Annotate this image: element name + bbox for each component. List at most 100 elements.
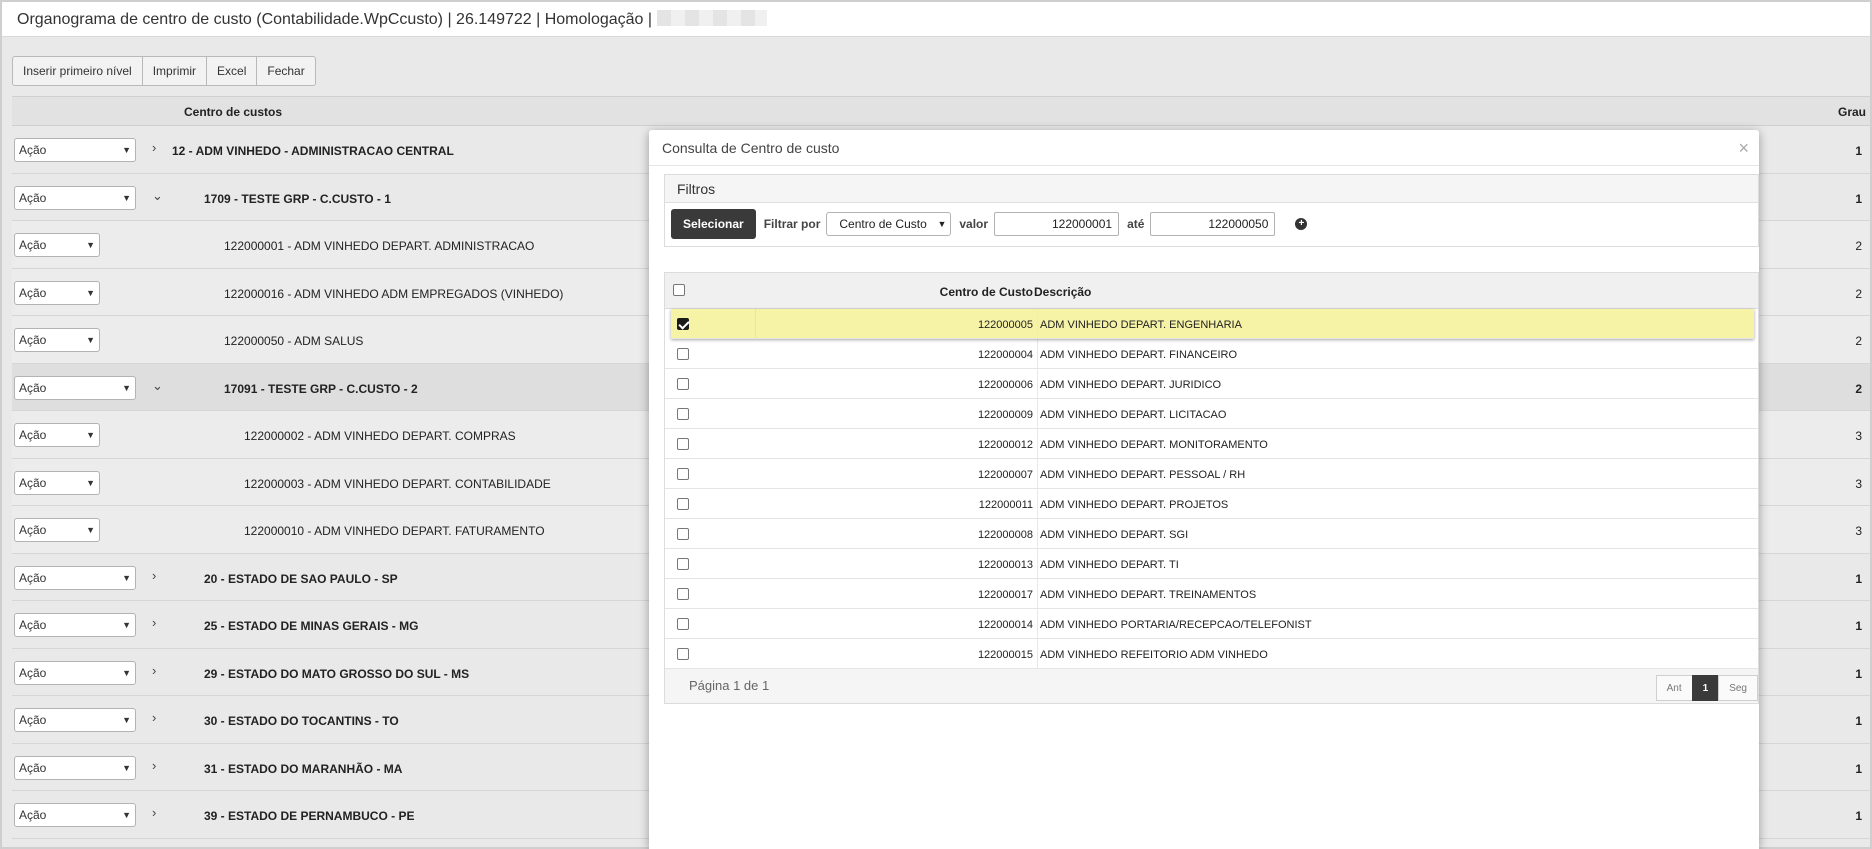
row-name: 17091 - TESTE GRP - C.CUSTO - 2 bbox=[224, 381, 418, 396]
action-select[interactable]: Ação ▼ bbox=[14, 423, 100, 447]
add-filter-icon[interactable]: + bbox=[1295, 218, 1308, 230]
result-row[interactable]: 122000017 ADM VINHEDO DEPART. TREINAMENTO… bbox=[665, 579, 1758, 609]
action-select[interactable]: Ação ▼ bbox=[14, 803, 136, 827]
filters-panel: Filtros Selecionar Filtrar por Centro de… bbox=[664, 174, 1759, 247]
result-desc: ADM VINHEDO DEPART. PESSOAL / RH bbox=[1040, 469, 1246, 481]
select-all-checkbox[interactable] bbox=[673, 284, 685, 296]
row-grau: 1 bbox=[1855, 619, 1862, 633]
action-select[interactable]: Ação ▼ bbox=[14, 708, 136, 732]
row-checkbox[interactable] bbox=[677, 588, 689, 600]
action-select[interactable]: Ação ▼ bbox=[14, 613, 136, 637]
result-code: 122000011 bbox=[978, 499, 1033, 511]
pager-prev-button[interactable]: Ant bbox=[1655, 675, 1693, 701]
row-name: 31 - ESTADO DO MARANHÃO - MA bbox=[204, 761, 403, 776]
col-header-code: Centro de Custo bbox=[939, 285, 1033, 299]
result-desc: ADM VINHEDO PORTARIA/RECEPCAO/TELEFONIST bbox=[1040, 619, 1312, 631]
result-code: 122000006 bbox=[977, 379, 1033, 391]
filter-by-select[interactable]: Centro de Custo ▼ bbox=[826, 212, 952, 236]
result-row[interactable]: 122000011 ADM VINHEDO DEPART. PROJETOS bbox=[665, 489, 1758, 519]
action-select[interactable]: Ação ▼ bbox=[14, 328, 100, 352]
action-select[interactable]: Ação ▼ bbox=[14, 375, 136, 400]
row-grau: 1 bbox=[1855, 144, 1862, 158]
row-grau: 2 bbox=[1855, 286, 1862, 301]
result-row[interactable]: 122000004 ADM VINHEDO DEPART. FINANCEIRO bbox=[665, 339, 1758, 369]
row-grau: 1 bbox=[1855, 761, 1862, 776]
window-title: Organograma de centro de custo (Contabil… bbox=[17, 11, 653, 28]
pager-next-button[interactable]: Seg bbox=[1718, 675, 1758, 701]
row-checkbox[interactable] bbox=[677, 558, 689, 570]
action-select[interactable]: Ação ▼ bbox=[14, 470, 100, 495]
result-code: 122000017 bbox=[977, 589, 1033, 601]
chevron-down-icon: ▼ bbox=[86, 287, 95, 298]
result-desc: ADM VINHEDO DEPART. FINANCEIRO bbox=[1040, 349, 1238, 361]
chevron-down-icon: ▼ bbox=[86, 477, 95, 488]
pager-current-page[interactable]: 1 bbox=[1691, 675, 1720, 701]
expand-chevron-icon[interactable]: › bbox=[152, 758, 156, 773]
expand-chevron-icon[interactable]: › bbox=[152, 805, 156, 820]
row-grau: 2 bbox=[1855, 381, 1862, 396]
action-select[interactable]: Ação ▼ bbox=[14, 518, 100, 542]
action-select[interactable]: Ação ▼ bbox=[14, 565, 136, 590]
collapse-chevron-icon[interactable]: ⌄ bbox=[152, 378, 163, 394]
action-select[interactable]: Ação ▼ bbox=[14, 138, 136, 162]
row-grau: 2 bbox=[1855, 239, 1862, 253]
expand-chevron-icon[interactable]: › bbox=[152, 615, 156, 630]
result-desc: ADM VINHEDO DEPART. TI bbox=[1040, 559, 1179, 571]
result-row[interactable]: 122000005 ADM VINHEDO DEPART. ENGENHARIA bbox=[671, 309, 1754, 339]
result-code: 122000009 bbox=[977, 409, 1033, 421]
action-select[interactable]: Ação ▼ bbox=[14, 233, 100, 257]
action-select[interactable]: Ação ▼ bbox=[14, 755, 136, 780]
expand-chevron-icon[interactable]: › bbox=[152, 710, 156, 725]
print-button[interactable]: Imprimir bbox=[141, 56, 208, 86]
result-row[interactable]: 122000007 ADM VINHEDO DEPART. PESSOAL / R… bbox=[665, 459, 1758, 489]
filters-row: Selecionar Filtrar por Centro de Custo ▼… bbox=[671, 209, 1308, 239]
expand-chevron-icon[interactable]: › bbox=[152, 140, 156, 155]
result-code: 122000005 bbox=[977, 319, 1033, 331]
row-name: 122000050 - ADM SALUS bbox=[224, 334, 364, 348]
chevron-down-icon: ▼ bbox=[86, 430, 95, 440]
expand-chevron-icon[interactable]: › bbox=[152, 568, 156, 583]
result-desc: ADM VINHEDO REFEITORIO ADM VINHEDO bbox=[1040, 649, 1268, 661]
close-icon[interactable]: × bbox=[1738, 138, 1749, 159]
value-from-input[interactable]: 122000001 bbox=[994, 212, 1120, 236]
row-checkbox[interactable] bbox=[677, 528, 689, 540]
chevron-down-icon: ▼ bbox=[122, 620, 131, 630]
result-row[interactable]: 122000006 ADM VINHEDO DEPART. JURIDICO bbox=[665, 369, 1758, 399]
result-code: 122000008 bbox=[977, 529, 1033, 541]
close-button[interactable]: Fechar bbox=[256, 56, 316, 86]
row-checkbox[interactable] bbox=[677, 648, 689, 660]
result-row[interactable]: 122000015 ADM VINHEDO REFEITORIO ADM VINH… bbox=[665, 639, 1758, 669]
chevron-down-icon: ▼ bbox=[122, 382, 131, 393]
collapse-chevron-icon[interactable]: ⌄ bbox=[152, 188, 163, 204]
action-select[interactable]: Ação ▼ bbox=[14, 660, 136, 685]
filter-by-value: Centro de Custo bbox=[839, 217, 927, 231]
action-select[interactable]: Ação ▼ bbox=[14, 185, 136, 210]
result-row[interactable]: 122000008 ADM VINHEDO DEPART. SGI bbox=[665, 519, 1758, 549]
value-to-input[interactable]: 122000050 bbox=[1150, 212, 1276, 236]
action-select[interactable]: Ação ▼ bbox=[14, 280, 100, 305]
column-divider bbox=[1037, 459, 1038, 488]
row-checkbox[interactable] bbox=[677, 318, 689, 330]
dialog-header: Consulta de Centro de custo × bbox=[649, 130, 1759, 166]
row-checkbox[interactable] bbox=[677, 438, 689, 450]
expand-chevron-icon[interactable]: › bbox=[152, 663, 156, 678]
row-checkbox[interactable] bbox=[677, 618, 689, 630]
row-checkbox[interactable] bbox=[677, 498, 689, 510]
row-checkbox[interactable] bbox=[677, 468, 689, 480]
row-grau: 2 bbox=[1855, 334, 1862, 348]
insert-first-level-button[interactable]: Inserir primeiro nível bbox=[12, 56, 143, 86]
chevron-down-icon: ▼ bbox=[122, 715, 131, 725]
chevron-down-icon: ▼ bbox=[86, 240, 95, 250]
row-checkbox[interactable] bbox=[677, 408, 689, 420]
result-row[interactable]: 122000013 ADM VINHEDO DEPART. TI bbox=[665, 549, 1758, 579]
chevron-down-icon: ▼ bbox=[86, 335, 95, 345]
result-code: 122000015 bbox=[977, 649, 1033, 661]
excel-button[interactable]: Excel bbox=[206, 56, 258, 86]
select-button[interactable]: Selecionar bbox=[671, 209, 756, 239]
row-checkbox[interactable] bbox=[677, 378, 689, 390]
row-checkbox[interactable] bbox=[677, 348, 689, 360]
result-row[interactable]: 122000014 ADM VINHEDO PORTARIA/RECEPCAO/T… bbox=[665, 609, 1758, 639]
result-row[interactable]: 122000012 ADM VINHEDO DEPART. MONITORAMEN… bbox=[665, 429, 1758, 459]
result-row[interactable]: 122000009 ADM VINHEDO DEPART. LICITACAO bbox=[665, 399, 1758, 429]
row-name: 12 - ADM VINHEDO - ADMINISTRACAO CENTRAL bbox=[172, 144, 454, 158]
